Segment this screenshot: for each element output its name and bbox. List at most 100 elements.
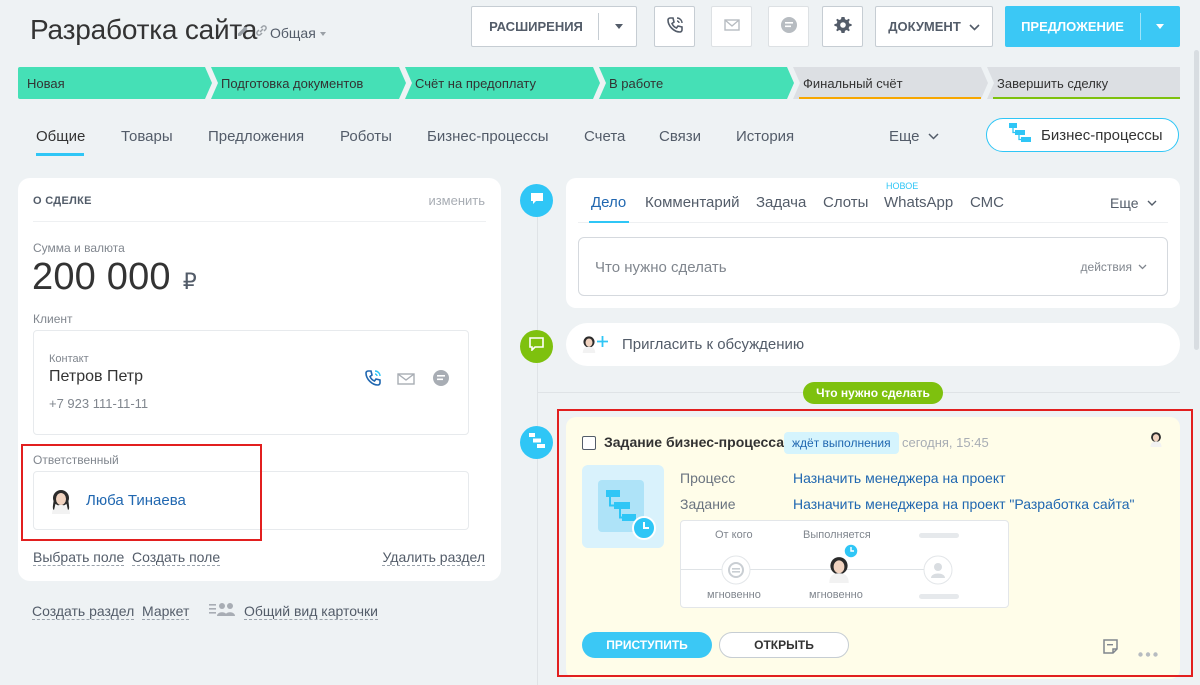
business-process-icon (1009, 123, 1031, 147)
bp-illustration (582, 465, 664, 548)
tab-products[interactable]: Товары (121, 128, 173, 145)
task-value[interactable]: Назначить менеджера на проект "Разработк… (793, 496, 1135, 512)
mail-icon[interactable] (397, 372, 415, 390)
activity-more-label: Еще (1110, 195, 1139, 211)
note-icon[interactable] (1102, 638, 1119, 660)
tab-whatsapp[interactable]: WhatsApp (884, 194, 953, 211)
open-button[interactable]: ОТКРЫТЬ (719, 632, 849, 658)
avatar[interactable] (48, 488, 74, 519)
chevron-down-icon (1147, 200, 1156, 206)
todo-placeholder: Что нужно сделать (595, 259, 727, 276)
divider (33, 221, 486, 222)
stage-docs[interactable]: Подготовка документов (213, 67, 363, 99)
common-view-button[interactable]: Общий вид карточки (209, 601, 378, 622)
select-field-link[interactable]: Выбрать поле (33, 549, 125, 566)
avatar[interactable] (1148, 430, 1164, 453)
user-placeholder-icon (923, 555, 953, 590)
business-processes-button[interactable]: Бизнес-процессы (986, 118, 1179, 152)
amount-label: Сумма и валюта (33, 241, 125, 255)
tab-general[interactable]: Общие (36, 128, 85, 145)
divider (578, 222, 1168, 223)
client-label: Клиент (33, 312, 73, 326)
tab-sms[interactable]: СМС (970, 194, 1004, 211)
timeline-bp-dot (520, 426, 553, 459)
workflow-line (681, 569, 941, 570)
business-process-icon (528, 432, 545, 453)
users-icon (209, 601, 236, 622)
more-dots-icon[interactable] (1138, 644, 1158, 662)
deal-info-card: О СДЕЛКЕ изменить Сумма и валюта 200 000… (18, 178, 501, 581)
tab-invoices[interactable]: Счета (584, 128, 625, 145)
actions-label: действия (1080, 260, 1132, 274)
tab-history[interactable]: История (736, 128, 794, 145)
status-badge: ждёт выполнения (784, 432, 899, 454)
process-value[interactable]: Назначить менеджера на проект (793, 470, 1006, 486)
stage-in-progress[interactable]: В работе (601, 67, 663, 99)
chevron-down-icon (1138, 264, 1147, 270)
tab-offers[interactable]: Предложения (208, 128, 304, 145)
market-link[interactable]: Маркет (142, 603, 190, 620)
new-badge: НОВОЕ (886, 181, 919, 191)
task-label: Задание (680, 496, 736, 512)
activity-tab-indicator (589, 221, 629, 223)
speech-bubble-icon (530, 192, 544, 210)
invite-label: Пригласить к обсуждению (622, 336, 805, 353)
timeline-activity-dot (520, 184, 553, 217)
create-field-link[interactable]: Создать поле (132, 549, 221, 566)
placeholder-bar (919, 594, 959, 599)
instant-label-1: мгновенно (707, 589, 761, 601)
actions-dropdown[interactable]: действия (1081, 260, 1147, 274)
tab-slots[interactable]: Слоты (823, 194, 868, 211)
process-label: Процесс (680, 470, 736, 486)
activity-more-button[interactable]: Еще (1110, 195, 1157, 211)
stage-new[interactable]: Новая (19, 67, 65, 99)
client-block: Контакт Петров Петр +7 923 111-11-11 (33, 330, 469, 435)
plus-icon (596, 335, 609, 353)
phone-icon[interactable] (364, 369, 382, 392)
create-section-link[interactable]: Создать раздел (32, 603, 135, 620)
tab-comment[interactable]: Комментарий (645, 194, 739, 211)
delete-section-link[interactable]: Удалить раздел (382, 549, 485, 566)
start-button[interactable]: ПРИСТУПИТЬ (582, 632, 712, 658)
timeline-comment-dot (520, 330, 553, 363)
stage-final-invoice[interactable]: Финальный счёт (795, 67, 903, 99)
from-label: От кого (715, 529, 753, 541)
amount-value[interactable]: 200 000 ₽ (32, 256, 197, 299)
edit-link[interactable]: изменить (428, 193, 485, 208)
chat-icon[interactable] (432, 369, 450, 392)
business-processes-label: Бизнес-процессы (1041, 126, 1163, 144)
contact-type: Контакт (49, 353, 89, 365)
todo-section-label: Что нужно сделать (803, 382, 943, 404)
task-title[interactable]: Задание бизнес-процесса (604, 434, 784, 450)
stage-prepayment[interactable]: Счёт на предоплату (407, 67, 536, 99)
amount-number: 200 000 (32, 256, 171, 298)
stage-close-deal[interactable]: Завершить сделку (989, 67, 1108, 99)
tabs-more-button[interactable]: Еще (889, 128, 939, 145)
task-checkbox[interactable] (582, 436, 596, 450)
todo-input[interactable]: Что нужно сделать действия (578, 237, 1168, 296)
responsible-block: Люба Тинаева (33, 471, 469, 530)
tab-deal[interactable]: Дело (591, 194, 626, 211)
tab-business-processes[interactable]: Бизнес-процессы (427, 128, 549, 145)
scrollbar-thumb[interactable] (1194, 50, 1199, 350)
contact-phone[interactable]: +7 923 111-11-11 (49, 396, 148, 411)
tab-task[interactable]: Задача (756, 194, 806, 211)
tab-active-indicator (36, 153, 84, 156)
responsible-name[interactable]: Люба Тинаева (86, 492, 186, 509)
tab-bar: Общие Товары Предложения Роботы Бизнес-п… (18, 116, 818, 156)
placeholder-bar (919, 533, 959, 538)
responsible-label: Ответственный (33, 453, 119, 467)
business-process-icon (598, 480, 656, 540)
instant-label-2: мгновенно (809, 589, 863, 601)
scrollbar-track[interactable] (1193, 0, 1200, 685)
section-title: О СДЕЛКЕ (33, 195, 92, 207)
contact-name[interactable]: Петров Петр (49, 368, 143, 386)
currency-symbol: ₽ (182, 269, 197, 294)
executing-label: Выполняется (803, 529, 871, 541)
clock-icon (843, 543, 859, 564)
tab-robots[interactable]: Роботы (340, 128, 392, 145)
chevron-down-icon (928, 133, 939, 140)
invite-bar[interactable]: Пригласить к обсуждению (566, 323, 1180, 366)
tab-links[interactable]: Связи (659, 128, 701, 145)
comment-icon (529, 337, 544, 356)
